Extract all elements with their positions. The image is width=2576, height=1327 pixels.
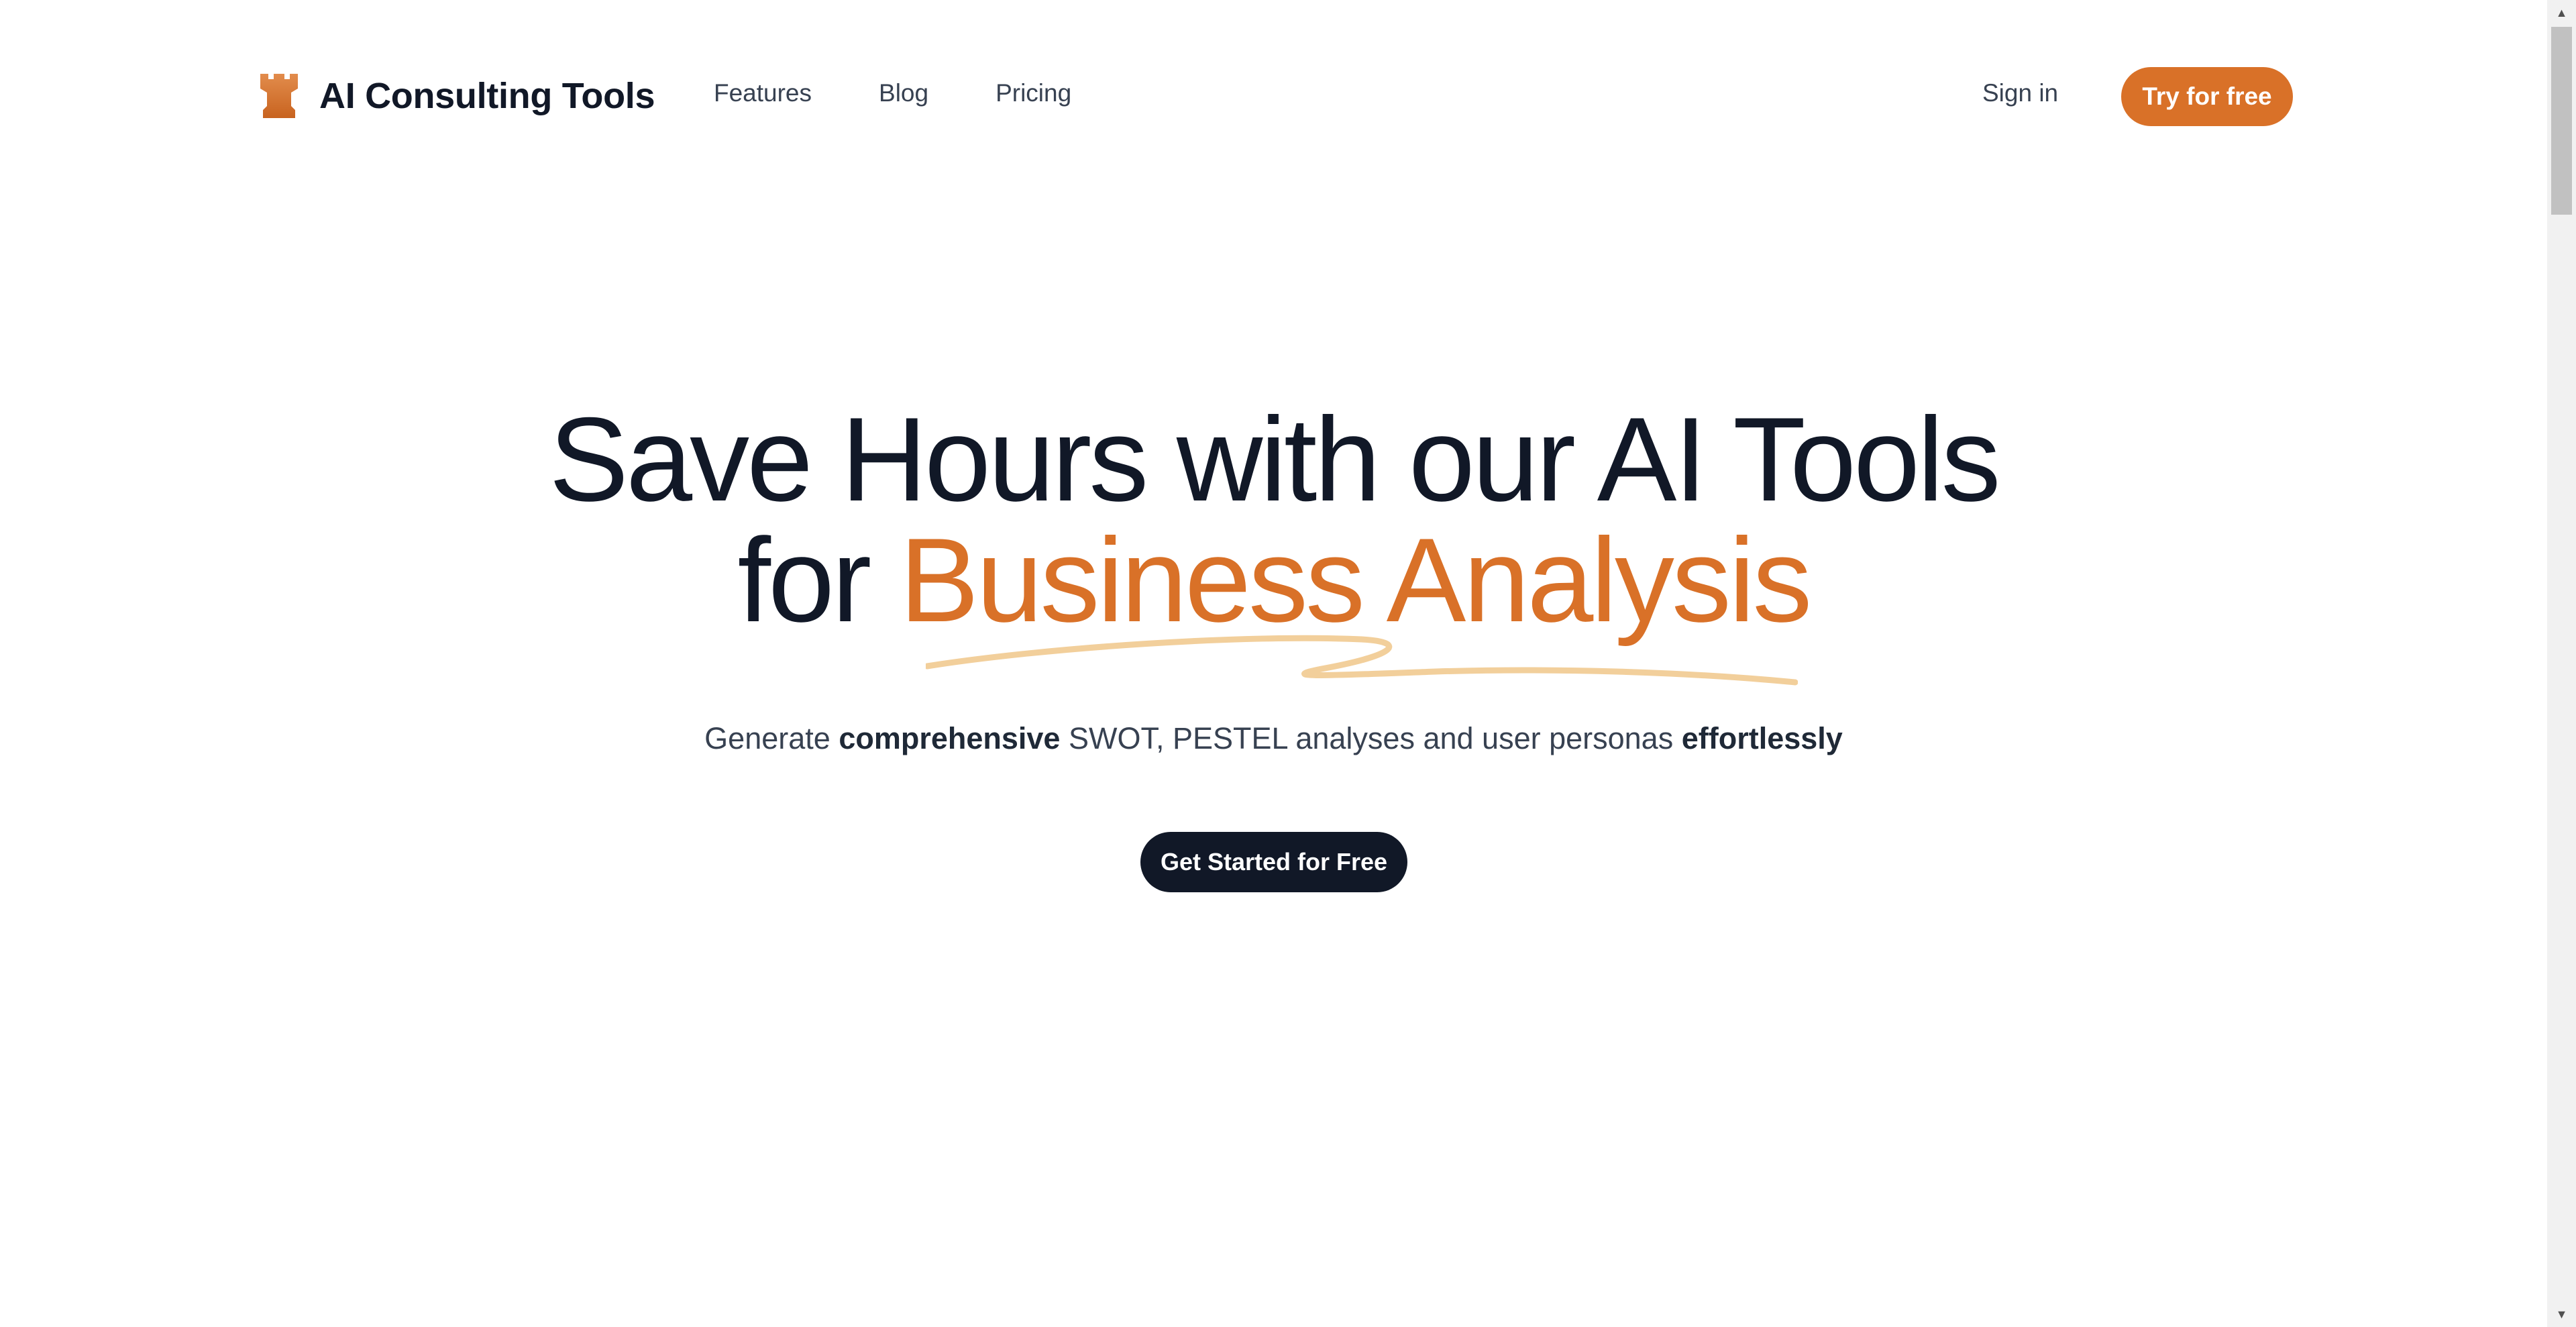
- vertical-scrollbar[interactable]: ▲ ▼: [2547, 0, 2576, 1327]
- hero-title-prefix: for: [737, 513, 900, 647]
- hero-subtitle: Generate comprehensive SWOT, PESTEL anal…: [0, 721, 2547, 756]
- brand-logo-link[interactable]: AI Consulting Tools: [258, 72, 655, 119]
- squiggle-underline-decoration: [926, 635, 1798, 686]
- scroll-up-arrow-icon[interactable]: ▲: [2547, 0, 2576, 25]
- sign-in-link[interactable]: Sign in: [1982, 79, 2058, 107]
- hero-title-line-1: Save Hours with our AI Tools: [549, 392, 2000, 526]
- browser-viewport: AI Consulting Tools Features Blog Pricin…: [0, 0, 2547, 1295]
- brand-name: AI Consulting Tools: [319, 76, 655, 116]
- scrollbar-thumb[interactable]: [2551, 27, 2572, 215]
- page: AI Consulting Tools Features Blog Pricin…: [0, 0, 2576, 1327]
- nav-link-blog[interactable]: Blog: [879, 79, 928, 107]
- hero-title: Save Hours with our AI Tools for Busines…: [0, 399, 2547, 641]
- subtitle-text-1: Generate: [704, 721, 839, 755]
- main-nav: Features Blog Pricing: [714, 79, 1071, 107]
- subtitle-bold-1: comprehensive: [839, 721, 1061, 755]
- try-for-free-button[interactable]: Try for free: [2121, 67, 2293, 126]
- get-started-button[interactable]: Get Started for Free: [1140, 832, 1407, 892]
- subtitle-bold-2: effortlessly: [1681, 721, 1843, 755]
- nav-link-features[interactable]: Features: [714, 79, 812, 107]
- nav-link-pricing[interactable]: Pricing: [996, 79, 1071, 107]
- rook-icon: [258, 72, 301, 119]
- subtitle-text-2: SWOT, PESTEL analyses and user personas: [1060, 721, 1682, 755]
- scroll-down-arrow-icon[interactable]: ▼: [2547, 1302, 2576, 1327]
